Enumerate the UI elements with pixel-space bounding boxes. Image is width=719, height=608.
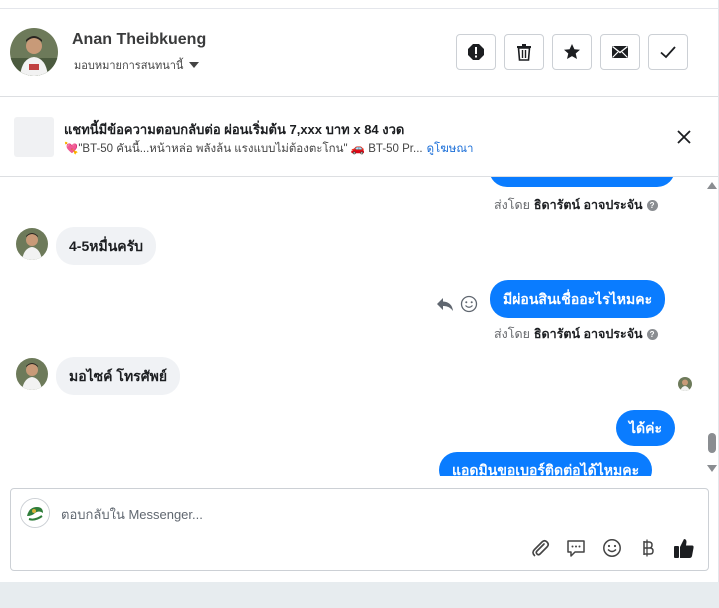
ad-context-banner: แชทนี้มีข้อความตอบกลับต่อ ผ่อนเริ่มต้น 7… bbox=[0, 97, 718, 177]
smiley-icon bbox=[603, 539, 621, 557]
contact-avatar[interactable] bbox=[10, 28, 58, 76]
attach-file-button[interactable] bbox=[528, 536, 552, 560]
send-like-button[interactable] bbox=[672, 536, 696, 560]
baht-currency-icon bbox=[643, 539, 654, 557]
delete-button[interactable] bbox=[504, 34, 544, 70]
report-spam-button[interactable] bbox=[456, 34, 496, 70]
sent-by-label: ส่งโดย ธิดารัตน์ อาจประจัน ? bbox=[494, 324, 658, 344]
reply-icon[interactable] bbox=[436, 296, 454, 312]
star-button[interactable] bbox=[552, 34, 592, 70]
contact-avatar-small bbox=[16, 358, 48, 390]
reply-input[interactable] bbox=[59, 501, 663, 527]
message-bubble-outgoing-partial[interactable] bbox=[489, 177, 675, 187]
help-icon[interactable]: ? bbox=[646, 199, 658, 211]
contact-avatar-small bbox=[16, 228, 48, 260]
message-scrollbar[interactable] bbox=[705, 180, 719, 476]
top-edge bbox=[0, 0, 719, 9]
emoji-reaction-icon[interactable] bbox=[460, 295, 478, 313]
envelope-icon bbox=[612, 45, 628, 58]
alert-icon bbox=[468, 44, 484, 60]
close-icon bbox=[677, 130, 691, 144]
close-banner-button[interactable] bbox=[674, 127, 694, 147]
scroll-up-arrow-icon[interactable] bbox=[707, 182, 717, 189]
window-bottom-strip bbox=[0, 582, 719, 608]
message-hover-actions bbox=[436, 295, 478, 313]
message-list[interactable]: ส่งโดย ธิดารัตน์ อาจประจัน ? 4-5หมื่นครั… bbox=[0, 177, 718, 476]
message-bubble-outgoing[interactable]: ได้ค่ะ bbox=[616, 410, 676, 446]
trash-icon bbox=[517, 44, 531, 61]
help-icon[interactable]: ? bbox=[646, 328, 658, 340]
conversation-header: Anan Theibkueng มอบหมายการสนทนานี้ bbox=[0, 9, 718, 97]
emoji-button[interactable] bbox=[600, 536, 624, 560]
message-bubble-incoming[interactable]: 4-5หมื่นครับ bbox=[56, 227, 157, 265]
page-avatar bbox=[20, 498, 50, 528]
assign-conversation-dropdown[interactable]: มอบหมายการสนทนานี้ bbox=[74, 56, 200, 74]
sent-by-name: ธิดารัตน์ อาจประจัน bbox=[533, 198, 643, 212]
chevron-down-icon bbox=[189, 62, 200, 68]
thumbs-up-icon bbox=[674, 539, 694, 558]
message-bubble-incoming[interactable]: มอไซค์ โทรศัพย์ bbox=[56, 357, 181, 395]
header-actions bbox=[456, 34, 688, 70]
chat-bubble-icon bbox=[567, 540, 585, 557]
star-icon bbox=[564, 44, 580, 59]
composer-tools bbox=[528, 536, 696, 560]
ad-snippet-text: 💘"BT-50 คันนี้...หน้าหล่อ พลังล้น แรงแบบ… bbox=[64, 143, 423, 155]
view-ad-link[interactable]: ดูโฆษณา bbox=[427, 143, 474, 155]
assign-label: มอบหมายการสนทนานี้ bbox=[74, 60, 184, 72]
ad-thumbnail bbox=[14, 117, 54, 157]
paperclip-icon bbox=[532, 539, 550, 557]
seen-indicator-avatar bbox=[678, 377, 692, 391]
reply-composer bbox=[10, 488, 709, 571]
scroll-down-arrow-icon[interactable] bbox=[707, 465, 717, 472]
scrollbar-thumb[interactable] bbox=[708, 433, 716, 453]
checkmark-icon bbox=[660, 46, 676, 59]
message-bubble-outgoing[interactable]: มีผ่อนสินเชื่ออะไรไหมคะ bbox=[490, 280, 666, 318]
ad-title: แชทนี้มีข้อความตอบกลับต่อ ผ่อนเริ่มต้น 7… bbox=[64, 122, 405, 137]
ad-snippet: 💘"BT-50 คันนี้...หน้าหล่อ พลังล้น แรงแบบ… bbox=[64, 140, 473, 158]
saved-replies-button[interactable] bbox=[564, 536, 588, 560]
contact-name[interactable]: Anan Theibkueng bbox=[72, 31, 206, 49]
message-bubble-outgoing[interactable]: แอดมินขอเบอร์ติดต่อได้ไหมคะ bbox=[439, 452, 653, 476]
mark-unread-button[interactable] bbox=[600, 34, 640, 70]
payment-button[interactable] bbox=[636, 536, 660, 560]
mark-done-button[interactable] bbox=[648, 34, 688, 70]
sent-by-name: ธิดารัตน์ อาจประจัน bbox=[533, 327, 643, 341]
sent-by-label: ส่งโดย ธิดารัตน์ อาจประจัน ? bbox=[494, 195, 658, 215]
